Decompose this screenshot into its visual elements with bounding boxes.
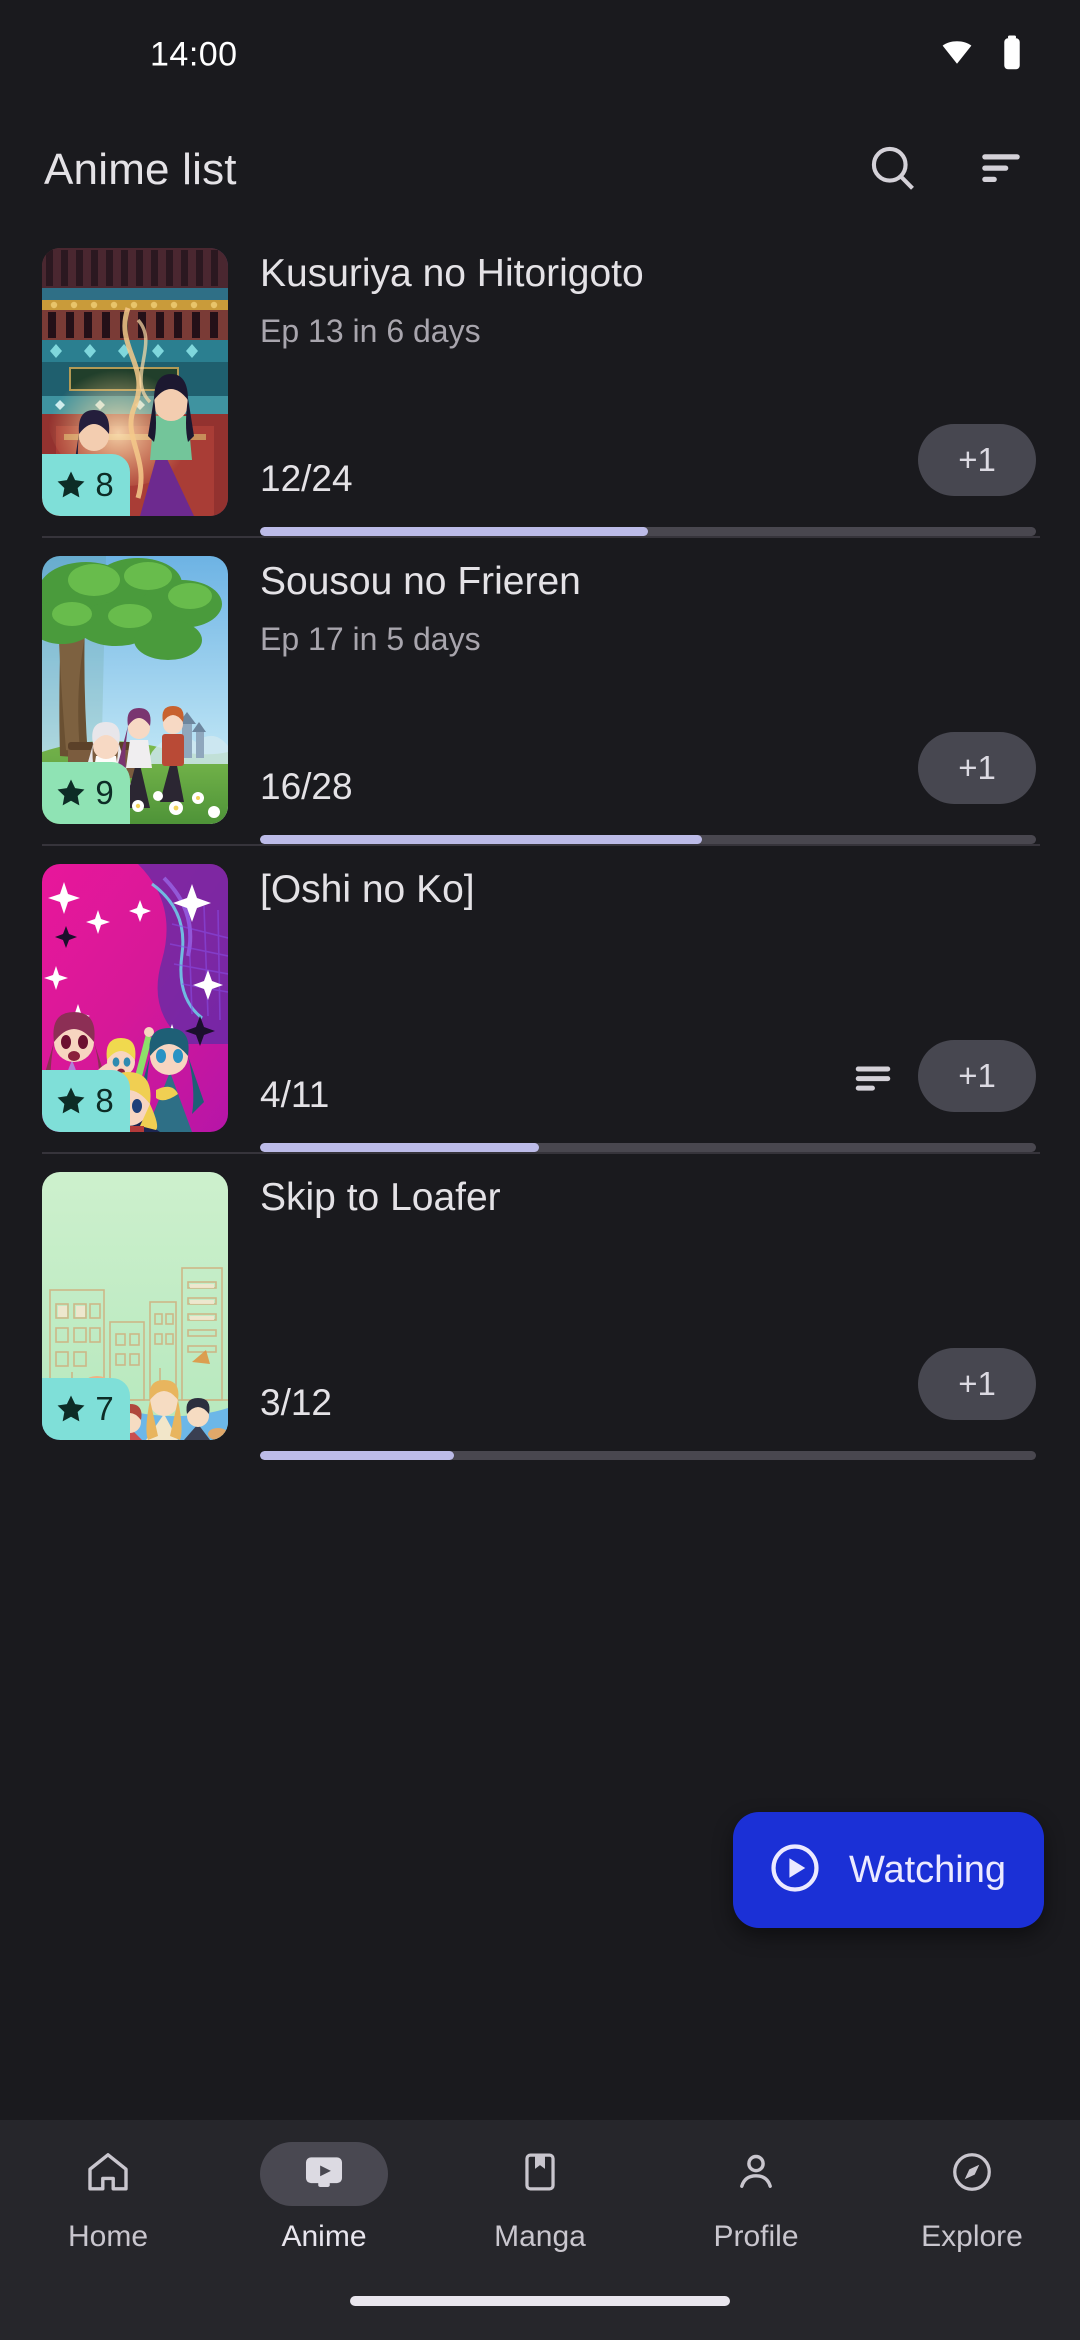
nav-label: Profile — [713, 2220, 799, 2253]
smart-display-icon — [301, 2149, 347, 2200]
row-content: Skip to Loafer 3/12 +1 — [228, 1172, 1036, 1462]
progress-text: 12/24 — [260, 458, 353, 499]
row-actions: 3/12 +1 — [260, 1348, 1036, 1428]
app-screen: 14:00 Anime list 8 Kusuriya no Hitorigot… — [0, 0, 1080, 2340]
person-icon — [733, 2149, 779, 2200]
cover-art[interactable]: 7 — [42, 1172, 228, 1440]
list-item[interactable]: 8 [Oshi no Ko] 4/11 +1 — [0, 846, 1080, 1154]
app-bar-actions — [860, 137, 1034, 203]
row-actions: 16/28 +1 — [260, 732, 1036, 812]
nav-item-anime[interactable]: Anime — [216, 2142, 432, 2340]
row-actions: 12/24 +1 — [260, 424, 1036, 504]
score-badge: 9 — [42, 762, 130, 824]
cover-art[interactable]: 8 — [42, 248, 228, 516]
home-icon — [84, 2148, 132, 2201]
nav-pill — [44, 2142, 172, 2206]
progress-bar — [260, 1143, 1036, 1152]
search-icon — [867, 142, 919, 199]
progress-bar-fill — [260, 1451, 454, 1460]
book-icon — [517, 2149, 563, 2200]
battery-icon — [1002, 35, 1022, 75]
star-icon — [57, 1395, 85, 1422]
search-button[interactable] — [860, 137, 926, 203]
star-icon — [57, 1087, 85, 1114]
wifi-icon — [938, 38, 976, 73]
app-bar: Anime list — [0, 110, 1080, 230]
nav-item-profile[interactable]: Profile — [648, 2142, 864, 2340]
row-actions: 4/11 +1 — [260, 1040, 1036, 1120]
status-time: 14:00 — [150, 35, 238, 74]
progress-bar-fill — [260, 527, 648, 536]
progress-text: 16/28 — [260, 766, 353, 807]
nav-pill — [692, 2142, 820, 2206]
score-badge: 8 — [42, 454, 130, 516]
sort-icon — [976, 143, 1026, 198]
progress-text: 3/12 — [260, 1382, 333, 1423]
watching-filter-fab[interactable]: Watching — [733, 1812, 1044, 1928]
anime-title: Skip to Loafer — [260, 1176, 501, 1219]
play-circle-icon — [767, 1840, 823, 1901]
nav-item-manga[interactable]: Manga — [432, 2142, 648, 2340]
nav-pill-active — [260, 2142, 388, 2206]
sort-button[interactable] — [968, 137, 1034, 203]
nav-label: Explore — [921, 2220, 1023, 2253]
anime-title: [Oshi no Ko] — [260, 868, 475, 911]
next-episode-text: Ep 13 in 6 days — [260, 312, 481, 349]
increment-progress-button[interactable]: +1 — [918, 1040, 1036, 1112]
anime-list[interactable]: 8 Kusuriya no Hitorigoto Ep 13 in 6 days… — [0, 230, 1080, 2120]
increment-progress-button[interactable]: +1 — [918, 1348, 1036, 1420]
score-value: 9 — [95, 774, 114, 811]
nav-pill — [908, 2142, 1036, 2206]
score-value: 8 — [95, 1082, 114, 1119]
row-content: Kusuriya no Hitorigoto Ep 13 in 6 days 1… — [228, 248, 1036, 538]
cover-art[interactable]: 9 — [42, 556, 228, 824]
status-icons — [938, 35, 1022, 75]
row-content: [Oshi no Ko] 4/11 +1 — [228, 864, 1036, 1154]
page-title: Anime list — [44, 145, 237, 194]
score-value: 7 — [95, 1390, 114, 1427]
star-icon — [57, 471, 85, 498]
status-bar: 14:00 — [0, 0, 1080, 110]
progress-text: 4/11 — [260, 1074, 330, 1115]
anime-title: Sousou no Frieren — [260, 560, 581, 603]
nav-item-explore[interactable]: Explore — [864, 2142, 1080, 2340]
nav-pill — [476, 2142, 604, 2206]
star-icon — [57, 779, 85, 806]
nav-item-home[interactable]: Home — [0, 2142, 216, 2340]
nav-label: Home — [67, 2220, 149, 2253]
progress-bar — [260, 1451, 1036, 1460]
list-item[interactable]: 9 Sousou no Frieren Ep 17 in 5 days 16/2… — [0, 538, 1080, 846]
notes-icon[interactable] — [850, 1055, 896, 1106]
score-value: 8 — [95, 466, 114, 503]
increment-progress-button[interactable]: +1 — [918, 424, 1036, 496]
increment-progress-button[interactable]: +1 — [918, 732, 1036, 804]
compass-icon — [949, 2149, 995, 2200]
next-episode-text: Ep 17 in 5 days — [260, 620, 481, 657]
cover-art[interactable]: 8 — [42, 864, 228, 1132]
bottom-navigation: Home Anime Manga Profile Explore — [0, 2120, 1080, 2340]
list-item[interactable]: 8 Kusuriya no Hitorigoto Ep 13 in 6 days… — [0, 230, 1080, 538]
progress-bar — [260, 527, 1036, 536]
nav-label: Manga — [494, 2220, 586, 2253]
progress-bar-fill — [260, 835, 703, 844]
progress-bar-fill — [260, 1143, 540, 1152]
nav-label: Anime — [281, 2220, 367, 2253]
score-badge: 8 — [42, 1070, 130, 1132]
row-content: Sousou no Frieren Ep 17 in 5 days 16/28 … — [228, 556, 1036, 846]
progress-bar — [260, 835, 1036, 844]
fab-label: Watching — [849, 1848, 1006, 1891]
gesture-navigation-bar — [350, 2296, 730, 2306]
list-item[interactable]: 7 Skip to Loafer 3/12 +1 — [0, 1154, 1080, 1462]
score-badge: 7 — [42, 1378, 130, 1440]
anime-title: Kusuriya no Hitorigoto — [260, 252, 644, 295]
